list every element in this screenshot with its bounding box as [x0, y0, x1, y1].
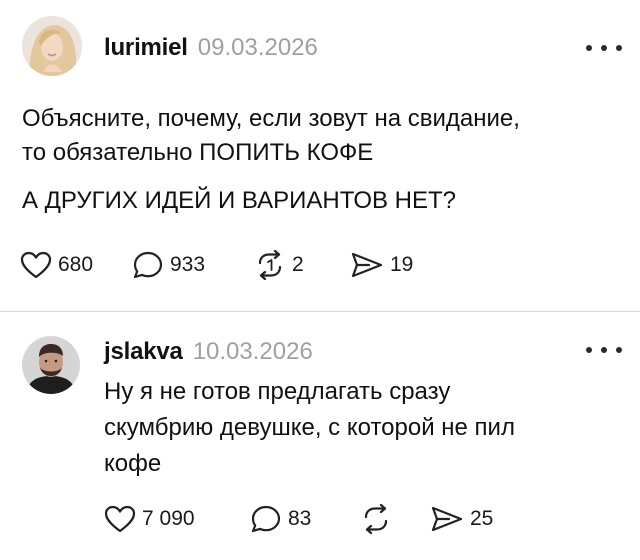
like-button[interactable]: 680 [20, 250, 132, 280]
post-meta: jslakva 10.03.2026 [104, 338, 313, 366]
repost-icon [258, 250, 282, 280]
thread-feed: lurimiel 09.03.2026 Объясните, почему, е… [0, 0, 640, 560]
like-button[interactable]: 7 090 [104, 504, 250, 534]
comment-button[interactable]: 933 [132, 250, 254, 280]
post-text-line: скумбрию девушке, с которой не пил [104, 414, 515, 441]
more-options-icon[interactable] [586, 38, 622, 58]
avatar-image [22, 336, 80, 394]
repost-icon [364, 504, 388, 534]
send-icon [431, 506, 463, 532]
repost-count: 2 [292, 253, 304, 276]
username[interactable]: jslakva [104, 338, 183, 366]
avatar-image [22, 16, 82, 76]
share-button[interactable]: 25 [430, 504, 510, 534]
comment-count: 933 [170, 253, 206, 276]
comment-count: 83 [288, 507, 312, 530]
post-date: 10.03.2026 [192, 338, 313, 365]
more-options-icon[interactable] [586, 340, 622, 360]
heart-icon [20, 251, 52, 279]
post: lurimiel 09.03.2026 Объясните, почему, е… [0, 0, 640, 312]
post-meta: lurimiel 09.03.2026 [104, 34, 318, 62]
share-count: 25 [470, 507, 494, 530]
username[interactable]: lurimiel [104, 34, 188, 62]
comment-button[interactable]: 83 [250, 504, 360, 534]
repost-button[interactable] [360, 504, 430, 534]
post-text-line: А ДРУГИХ ИДЕЙ И ВАРИАНТОВ НЕТ? [22, 187, 457, 214]
avatar[interactable] [22, 16, 82, 76]
send-icon [351, 252, 383, 278]
post-actions: 680 933 2 19 [20, 250, 430, 280]
avatar[interactable] [22, 336, 80, 394]
post-actions: 7 090 83 25 [104, 504, 510, 534]
post-text: Ну я не готов предлагать сразу скумбрию … [104, 374, 614, 482]
post: jslakva 10.03.2026 Ну я не готов предлаг… [0, 312, 640, 560]
post-text: Объясните, почему, если зовут на свидани… [22, 102, 622, 218]
comment-bubble-icon [251, 505, 281, 533]
post-text-line: Ну я не готов предлагать сразу [104, 378, 451, 405]
heart-icon [104, 505, 136, 533]
post-date: 09.03.2026 [197, 34, 318, 61]
post-text-line: Объясните, почему, если зовут на свидани… [22, 105, 520, 132]
like-count: 7 090 [142, 507, 195, 530]
repost-button[interactable]: 2 [254, 250, 350, 280]
like-count: 680 [58, 253, 94, 276]
post-text-line: кофе [104, 450, 162, 477]
share-button[interactable]: 19 [350, 250, 430, 280]
share-count: 19 [390, 253, 414, 276]
comment-bubble-icon [133, 251, 163, 279]
post-text-line: то обязательно ПОПИТЬ КОФЕ [22, 139, 374, 166]
